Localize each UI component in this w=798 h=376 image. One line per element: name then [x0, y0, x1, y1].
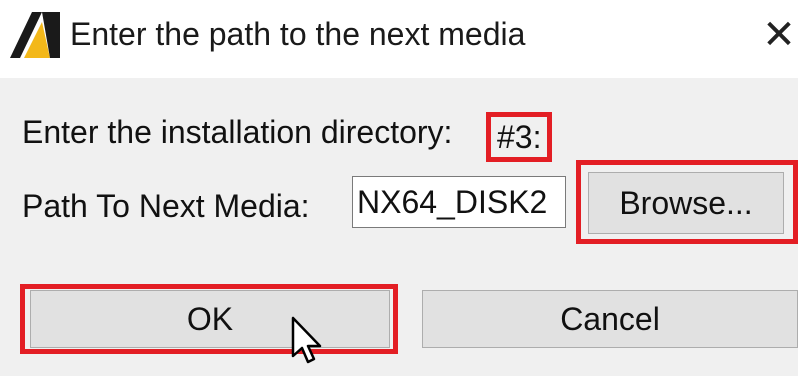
installation-directory-placeholder: #3: [486, 112, 553, 162]
close-icon[interactable]: ✕ [760, 12, 798, 58]
installation-directory-label: Enter the installation directory: [22, 114, 453, 150]
title-bar: Enter the path to the next media ✕ [0, 0, 798, 78]
ok-button[interactable]: OK [30, 290, 390, 348]
dialog-title: Enter the path to the next media [70, 16, 526, 52]
cancel-button[interactable]: Cancel [422, 290, 798, 348]
browse-button[interactable]: Browse... [588, 172, 784, 234]
mouse-pointer-icon [291, 316, 322, 364]
path-to-next-media-input[interactable]: NX64_DISK2 [352, 176, 566, 228]
app-logo-icon [10, 12, 60, 58]
path-to-next-media-label: Path To Next Media: [22, 188, 310, 224]
